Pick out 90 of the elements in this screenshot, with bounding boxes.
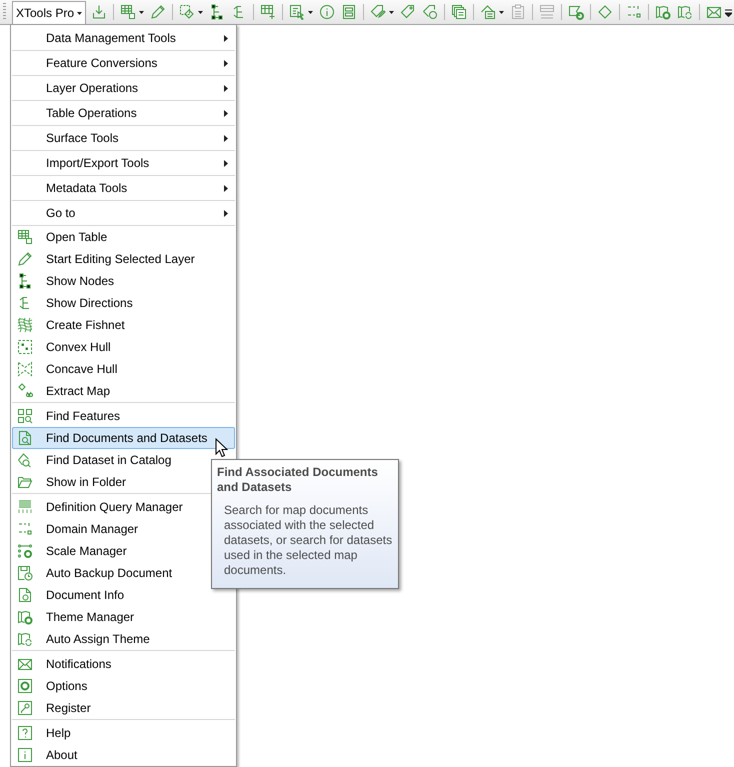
menu-item[interactable]: Register [12,697,96,719]
submenu-arrow-icon [224,160,228,166]
info-icon [17,747,33,763]
submenu-arrow-icon [224,184,228,192]
key-icon [17,700,33,716]
menu-item[interactable]: Create Fishnet [12,314,130,336]
nodes-icon [17,273,33,289]
submenu-item[interactable]: Data Management Tools [12,26,235,50]
submenu-item[interactable]: Go to [12,201,235,225]
download-icon[interactable] [91,4,108,20]
overflow-icon[interactable] [725,7,732,17]
caret-icon[interactable] [308,10,314,14]
menu-item[interactable]: Definition Query Manager [12,496,188,518]
find-icon [17,408,33,424]
info-icon[interactable] [319,4,336,20]
caret-icon[interactable] [389,10,394,14]
submenu-item[interactable]: Metadata Tools [12,176,235,200]
caret-icon[interactable] [139,10,144,14]
map-refresh-icon[interactable] [677,4,694,20]
toolbar-menu-button[interactable]: XTools Pro [12,0,86,24]
help-icon [17,725,33,741]
submenu-arrow-icon [224,110,228,116]
pencil-icon[interactable] [150,4,166,20]
map-refresh-icon [17,631,33,647]
folder-icon [17,474,33,490]
catalog-search-icon [17,452,33,468]
tag-refresh-icon[interactable] [422,4,438,20]
gear-icon [17,678,33,694]
menu-item[interactable]: Auto Assign Theme [12,628,155,650]
menu-item[interactable]: Open Table [12,226,112,248]
pencil-icon [17,251,33,267]
table-icon [17,229,33,245]
menu-item[interactable]: Options [12,675,92,697]
concave-hull-icon [17,361,33,377]
submenu-arrow-icon [224,210,228,216]
submenu-item[interactable]: Feature Conversions [12,51,235,75]
menu-item[interactable]: Notifications [12,653,116,675]
caret-icon[interactable] [77,12,82,14]
submenu-arrow-icon [224,84,228,92]
menu-item[interactable]: Concave Hull [12,358,122,380]
scale-icon [17,543,33,559]
menu-item[interactable]: Show in Folder [12,471,132,493]
caret-icon[interactable] [198,10,204,14]
tooltip-title: Find Associated Documents and Datasets [217,465,379,495]
map-gear-icon[interactable] [655,4,672,20]
menu-item[interactable]: Find Documents and Datasets [12,427,235,449]
tag-icon[interactable] [400,4,416,20]
menu-item[interactable]: Show Nodes [12,270,120,292]
map-gear-icon [17,609,33,625]
tooltip-text: Search for map documents associated with the selected datasets, or search for datasets used in the selected map documents. [224,503,393,578]
menu-item[interactable]: Auto Backup Document [12,562,178,584]
menu-item[interactable]: Help [12,722,76,744]
document-search-icon [17,430,33,446]
sort-icon [17,521,33,537]
menu-item[interactable]: Domain Manager [12,518,144,540]
menu-item[interactable]: Find Dataset in Catalog [12,449,176,471]
menu-item[interactable]: Convex Hull [12,336,116,358]
map-gear-icon[interactable] [568,4,584,20]
sql-icon [17,499,33,515]
diamond-icon[interactable] [597,4,614,20]
nodes-icon[interactable] [209,4,226,20]
fishnet-icon [17,317,33,333]
toolbar-grip-icon[interactable] [3,3,6,21]
menu-item[interactable]: Start Editing Selected Layer [12,248,200,270]
submenu-arrow-icon [224,134,228,142]
menu-item[interactable]: Theme Manager [12,606,140,628]
submenu-arrow-icon [224,34,228,42]
menu-item[interactable]: Document Info [12,584,130,606]
hull-icon [17,339,33,355]
stack-icon[interactable] [451,4,468,20]
table-plus-icon[interactable] [260,4,276,20]
document-info-icon [17,587,33,603]
menu-item[interactable]: Show Directions [12,292,138,314]
cursor-icon [215,438,228,458]
caret-icon[interactable] [499,10,504,14]
envelope-icon [17,656,33,672]
submenu-arrow-icon [224,60,228,66]
menu-item[interactable]: About [12,744,82,766]
menu-item[interactable]: Scale Manager [12,540,132,562]
form-icon[interactable] [341,4,358,20]
sort-icon[interactable] [626,4,642,20]
menu-item[interactable]: Find Features [12,405,126,427]
submenu-item[interactable]: Table Operations [12,101,235,125]
submenu-item[interactable]: Import/Export Tools [12,151,235,175]
submenu-item[interactable]: Layer Operations [12,76,235,100]
menu-item[interactable]: Extract Map [12,380,116,402]
table-icon[interactable] [120,4,136,20]
extract-icon [17,383,33,399]
submenu-item[interactable]: Surface Tools [12,126,235,150]
save-clock-icon [17,565,33,581]
